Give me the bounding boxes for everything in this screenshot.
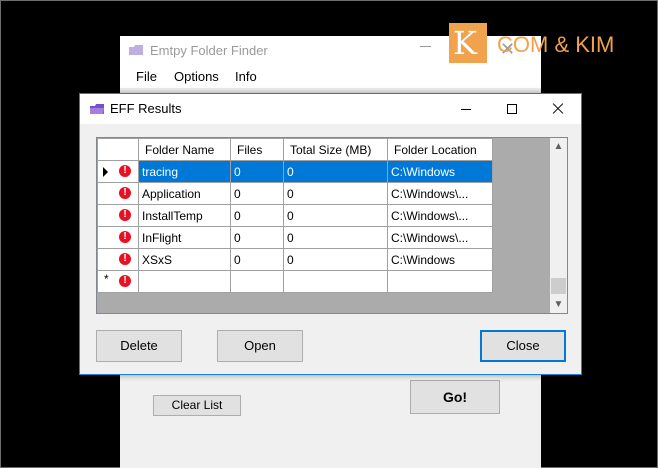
scroll-up-icon[interactable]: ▲ — [550, 138, 567, 155]
watermark-text: COM & KIM — [497, 32, 615, 57]
cell-files[interactable] — [230, 270, 284, 293]
cell-files[interactable]: 0 — [230, 182, 284, 205]
maximize-icon[interactable] — [489, 94, 535, 124]
error-icon: ! — [119, 209, 131, 221]
row-header[interactable]: ! — [97, 204, 139, 227]
error-icon: ! — [119, 231, 131, 243]
delete-button[interactable]: Delete — [96, 330, 182, 362]
menu-options[interactable]: Options — [174, 69, 219, 84]
column-header-files[interactable]: Files — [230, 138, 284, 161]
cell-location[interactable]: C:\Windows — [387, 248, 493, 271]
cell-size[interactable]: 0 — [283, 204, 388, 227]
cell-files[interactable]: 0 — [230, 204, 284, 227]
row-header[interactable]: ! — [97, 182, 139, 205]
cell-size[interactable]: 0 — [283, 160, 388, 183]
open-button[interactable]: Open — [217, 330, 303, 362]
dialog-title: EFF Results — [110, 101, 182, 116]
watermark-logo: K COM & KIM — [449, 23, 627, 63]
clear-list-button[interactable]: Clear List — [153, 395, 241, 416]
cell-files[interactable]: 0 — [230, 160, 284, 183]
menu-info[interactable]: Info — [235, 69, 257, 84]
column-header-folder-name[interactable]: Folder Name — [138, 138, 231, 161]
error-icon: ! — [119, 275, 131, 287]
cell-location[interactable]: C:\Windows\... — [387, 182, 493, 205]
cell-folder-name[interactable]: tracing — [138, 160, 231, 183]
cell-folder-name[interactable]: XSxS — [138, 248, 231, 271]
column-header-folder-location[interactable]: Folder Location — [387, 138, 493, 161]
table-row[interactable]: ! XSxS 0 0 C:\Windows — [97, 248, 493, 271]
cell-size[interactable]: 0 — [283, 226, 388, 249]
scroll-thumb[interactable] — [551, 278, 566, 294]
minimize-icon[interactable] — [420, 46, 431, 47]
close-icon[interactable] — [535, 94, 581, 124]
corner-header — [97, 138, 139, 161]
folder-app-icon — [128, 43, 144, 60]
table-row[interactable]: ! InstallTemp 0 0 C:\Windows\... — [97, 204, 493, 227]
table-row[interactable]: ! InFlight 0 0 C:\Windows\... — [97, 226, 493, 249]
cell-size[interactable] — [283, 270, 388, 293]
go-button[interactable]: Go! — [410, 380, 500, 414]
close-button[interactable]: Close — [480, 330, 566, 362]
results-table: Folder Name Files Total Size (MB) Folder… — [97, 138, 493, 293]
cell-folder-name[interactable] — [138, 270, 231, 293]
watermark-badge: K — [449, 23, 487, 63]
new-row[interactable]: *! — [97, 270, 493, 293]
error-icon: ! — [119, 165, 131, 177]
row-header[interactable]: ! — [97, 226, 139, 249]
table-row[interactable]: ! Application 0 0 C:\Windows\... — [97, 182, 493, 205]
dialog-title-bar: EFF Results — [80, 94, 581, 124]
row-header[interactable]: ! — [97, 248, 139, 271]
folder-app-icon — [89, 102, 105, 119]
current-row-arrow-icon — [103, 167, 108, 177]
main-window-title: Emtpy Folder Finder — [150, 43, 268, 58]
cell-location[interactable] — [387, 270, 493, 293]
cell-files[interactable]: 0 — [230, 248, 284, 271]
row-header[interactable]: *! — [97, 270, 139, 293]
results-grid[interactable]: Folder Name Files Total Size (MB) Folder… — [96, 137, 568, 314]
cell-location[interactable]: C:\Windows\... — [387, 204, 493, 227]
row-header[interactable]: ! — [97, 160, 139, 183]
cell-folder-name[interactable]: InstallTemp — [138, 204, 231, 227]
new-row-marker: * — [104, 272, 109, 286]
vertical-scrollbar[interactable]: ▲ ▼ — [550, 138, 567, 313]
error-icon: ! — [119, 187, 131, 199]
cell-files[interactable]: 0 — [230, 226, 284, 249]
cell-folder-name[interactable]: InFlight — [138, 226, 231, 249]
cell-location[interactable]: C:\Windows — [387, 160, 493, 183]
watermark-letter: K — [453, 24, 477, 62]
scroll-down-icon[interactable]: ▼ — [550, 296, 567, 313]
cell-location[interactable]: C:\Windows\... — [387, 226, 493, 249]
results-dialog: EFF Results Folder Name Files Total Size… — [79, 93, 582, 375]
cell-folder-name[interactable]: Application — [138, 182, 231, 205]
table-row[interactable]: ! tracing 0 0 C:\Windows — [97, 160, 493, 183]
menu-file[interactable]: File — [136, 69, 157, 84]
error-icon: ! — [119, 253, 131, 265]
menu-bar: File Options Info — [120, 66, 541, 88]
minimize-icon[interactable] — [443, 94, 489, 124]
cell-size[interactable]: 0 — [283, 248, 388, 271]
column-header-total-size[interactable]: Total Size (MB) — [283, 138, 388, 161]
cell-size[interactable]: 0 — [283, 182, 388, 205]
